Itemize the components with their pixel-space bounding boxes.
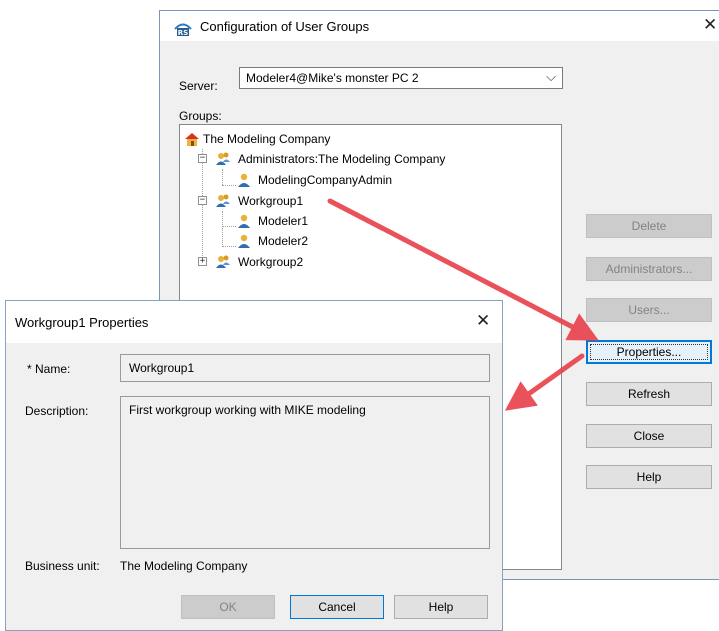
- tree-node-admin-group[interactable]: − Administrators:The Modeling Company: [180, 149, 550, 169]
- name-value: Workgroup1: [129, 361, 195, 375]
- tree-node-label: ModelingCompanyAdmin: [258, 173, 393, 187]
- tree-node-label: Modeler1: [258, 214, 309, 228]
- properties-title: Workgroup1 Properties: [15, 315, 149, 330]
- tree-node-workgroup2[interactable]: + Workgroup2: [180, 252, 480, 272]
- close-button[interactable]: Close: [586, 424, 712, 448]
- tree-node-label: The Modeling Company: [203, 132, 331, 146]
- name-field[interactable]: Workgroup1: [120, 354, 490, 382]
- description-field[interactable]: First workgroup working with MIKE modeli…: [120, 396, 490, 549]
- collapse-icon[interactable]: −: [198, 154, 207, 163]
- cancel-button[interactable]: Cancel: [290, 595, 384, 619]
- config-titlebar: RS Configuration of User Groups ✕: [160, 11, 719, 41]
- tree-node-modeler2[interactable]: Modeler2: [180, 231, 480, 251]
- tree-node-label: Administrators:The Modeling Company: [238, 152, 446, 166]
- tree-node-admin-user[interactable]: ModelingCompanyAdmin: [180, 170, 480, 190]
- focus-rect: [590, 344, 708, 360]
- svg-text:RS: RS: [178, 29, 188, 36]
- user-icon: [236, 173, 252, 187]
- properties-dialog: Workgroup1 Properties ✕ * Name: Workgrou…: [5, 300, 503, 631]
- group-icon: [215, 194, 231, 208]
- users-button[interactable]: Users...: [586, 298, 712, 322]
- user-icon: [236, 214, 252, 228]
- properties-titlebar: Workgroup1 Properties ✕: [6, 301, 502, 343]
- tree-node-modeler1[interactable]: Modeler1: [180, 211, 480, 231]
- tree-node-label: Workgroup2: [238, 255, 304, 269]
- close-icon[interactable]: ✕: [703, 15, 717, 35]
- groups-label: Groups:: [179, 109, 222, 123]
- tree-node-root[interactable]: The Modeling Company: [180, 129, 480, 149]
- app-icon: RS: [174, 20, 192, 37]
- collapse-icon[interactable]: −: [198, 196, 207, 205]
- delete-button[interactable]: Delete: [586, 214, 712, 238]
- server-value: Modeler4@Mike's monster PC 2: [246, 71, 419, 85]
- tree-node-label: Workgroup1: [238, 194, 304, 208]
- business-unit-label: Business unit:: [25, 559, 100, 573]
- chevron-down-icon[interactable]: ⌵: [546, 69, 556, 85]
- business-unit-value: The Modeling Company: [120, 559, 248, 573]
- close-icon[interactable]: ✕: [476, 311, 490, 331]
- server-combobox[interactable]: Modeler4@Mike's monster PC 2 ⌵: [239, 67, 563, 89]
- administrators-button[interactable]: Administrators...: [586, 257, 712, 281]
- name-label: * Name:: [27, 362, 71, 376]
- ok-button[interactable]: OK: [181, 595, 275, 619]
- user-icon: [236, 234, 252, 248]
- description-value: First workgroup working with MIKE modeli…: [129, 403, 366, 417]
- config-title: Configuration of User Groups: [200, 19, 370, 34]
- properties-button[interactable]: Properties...: [586, 340, 712, 364]
- help-button[interactable]: Help: [394, 595, 488, 619]
- tree-node-workgroup1[interactable]: − Workgroup1: [180, 191, 480, 211]
- tree-node-label: Modeler2: [258, 234, 309, 248]
- house-icon: [184, 132, 200, 146]
- help-button[interactable]: Help: [586, 465, 712, 489]
- expand-icon[interactable]: +: [198, 257, 207, 266]
- server-label: Server:: [179, 79, 218, 93]
- group-icon: [215, 255, 231, 269]
- description-label: Description:: [25, 404, 89, 418]
- refresh-button[interactable]: Refresh: [586, 382, 712, 406]
- group-icon: [215, 152, 231, 166]
